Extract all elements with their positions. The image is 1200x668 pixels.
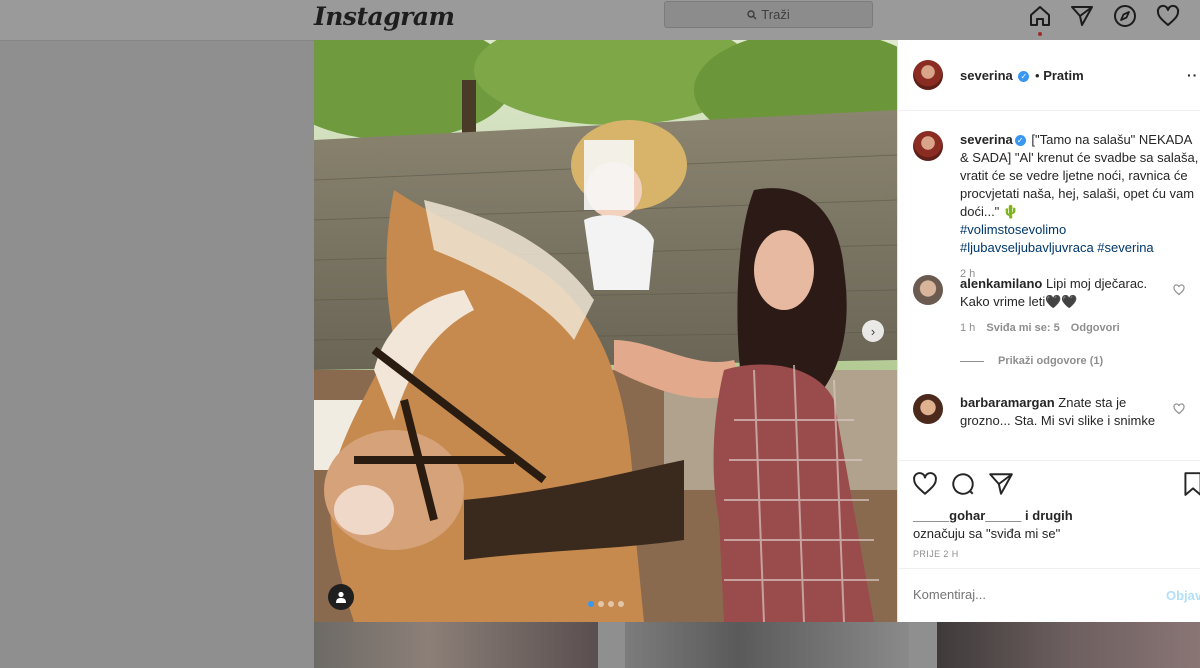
search-icon (747, 9, 757, 19)
verified-badge-icon: ✓ (1018, 71, 1030, 83)
comment-likes[interactable]: Sviđa mi se: 5 (986, 322, 1059, 334)
hashtag-link[interactable]: #volimstosevolimo (960, 221, 1200, 239)
more-options-icon[interactable]: ·· (1187, 67, 1198, 83)
search-box[interactable]: Traži (664, 1, 873, 28)
comment-time[interactable]: 1 h (960, 322, 975, 334)
replies-line (960, 360, 984, 362)
likes-suffix: označuju sa "sviđa mi se" (913, 526, 1061, 541)
carousel-indicators (588, 601, 624, 607)
post-side-panel: severina ✓ • Pratim ·· severina ✓ ["Tamo … (897, 40, 1200, 622)
comment-item: alenkamilano Lipi moj dječarac. Kako vri… (913, 275, 1198, 375)
home-active-dot (1038, 32, 1042, 36)
post-time-ago[interactable]: PRIJE 2 H (913, 549, 959, 559)
commenter-username[interactable]: barbaramargan (960, 395, 1055, 410)
grid-thumbnail[interactable] (937, 622, 1200, 668)
likes-summary: _____gohar_____ i drugih označuju sa "sv… (913, 507, 1073, 543)
caption-avatar[interactable] (913, 131, 943, 161)
grid-thumbnail[interactable] (625, 622, 909, 668)
like-comment-heart-icon[interactable] (1173, 284, 1185, 296)
header-separator: • (1035, 68, 1040, 83)
commenter-username[interactable]: alenkamilano (960, 276, 1042, 291)
author-avatar[interactable] (913, 60, 943, 90)
comment-meta: 1 h Sviđa mi se: 5 Odgovori (960, 322, 1120, 334)
verified-badge-icon: ✓ (1014, 135, 1026, 147)
carousel-dot (598, 601, 604, 607)
post-comment-button[interactable]: Objav (1166, 588, 1200, 603)
caption-username[interactable]: severina (960, 132, 1013, 147)
commenter-avatar[interactable] (913, 275, 943, 305)
user-icon (336, 591, 346, 603)
comments-list[interactable]: severina ✓ ["Tamo na salašu" NEKADA & SAD… (898, 111, 1200, 460)
chevron-right-icon: › (870, 323, 876, 339)
view-replies-label: Prikaži odgovore (1) (998, 355, 1104, 367)
comment-bubble-icon[interactable] (950, 471, 976, 497)
liker-username[interactable]: _____gohar_____ (913, 508, 1021, 523)
reply-button[interactable]: Odgovori (1071, 322, 1120, 334)
activity-heart-icon[interactable] (1156, 4, 1180, 28)
post-header: severina ✓ • Pratim ·· (898, 40, 1200, 111)
like-heart-icon[interactable] (912, 471, 938, 497)
post-modal: › severina ✓ • Pratim ·· severina ✓ ["Ta… (314, 40, 1200, 622)
direct-icon[interactable] (1070, 4, 1094, 28)
like-comment-heart-icon[interactable] (1173, 403, 1185, 415)
comment-input[interactable] (913, 587, 1143, 602)
photo-illustration (314, 40, 897, 622)
hashtag-link[interactable]: #ljubavseljubavljuvraca #severina (960, 239, 1200, 257)
post-photo[interactable]: › (314, 40, 897, 622)
top-navigation-bar: Instagram Traži (0, 0, 1200, 41)
tagged-users-button[interactable] (328, 584, 354, 610)
carousel-dot (608, 601, 614, 607)
post-header-text: severina ✓ • Pratim (960, 68, 1084, 83)
post-actions: _____gohar_____ i drugih označuju sa "sv… (898, 460, 1200, 569)
comment-item: barbaramargan Znate sta je grozno... Sta… (913, 394, 1198, 454)
view-replies-button[interactable]: Prikaži odgovore (1) (960, 355, 1103, 367)
carousel-dot (588, 601, 594, 607)
next-photo-button[interactable]: › (862, 320, 884, 342)
instagram-logo[interactable]: Instagram (314, 2, 455, 31)
home-icon[interactable] (1028, 4, 1052, 28)
author-username[interactable]: severina (960, 68, 1013, 83)
save-bookmark-icon[interactable] (1180, 471, 1200, 497)
search-placeholder: Traži (761, 7, 790, 22)
commenter-avatar[interactable] (913, 394, 943, 424)
likes-others[interactable]: i drugih (1021, 508, 1073, 523)
share-icon[interactable] (988, 471, 1014, 497)
add-comment-box: Objav (898, 568, 1200, 623)
grid-thumbnail[interactable] (314, 622, 598, 668)
explore-icon[interactable] (1113, 4, 1137, 28)
following-button[interactable]: Pratim (1043, 68, 1083, 83)
carousel-dot (618, 601, 624, 607)
